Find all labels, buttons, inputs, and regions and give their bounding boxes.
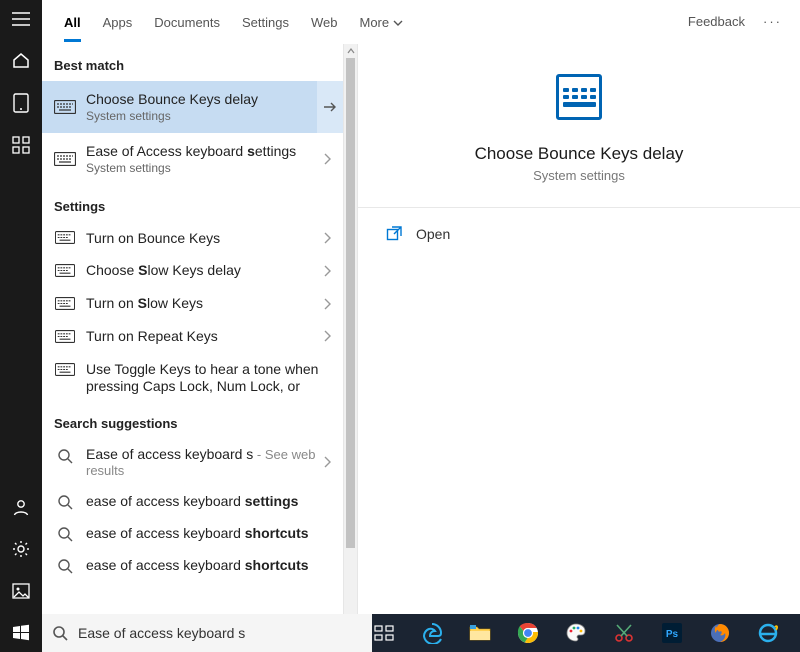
tab-all[interactable]: All: [64, 3, 81, 40]
search-icon: [54, 448, 76, 464]
tablet-icon[interactable]: [10, 92, 32, 114]
chevron-right-icon[interactable]: [319, 153, 335, 165]
picture-icon[interactable]: [10, 580, 32, 602]
keyboard-icon: [54, 231, 76, 244]
search-filter-tabs: All Apps Documents Settings Web More Fee…: [42, 0, 800, 44]
result-title: Choose Slow Keys delay: [86, 262, 319, 279]
search-icon: [52, 625, 70, 641]
tab-settings[interactable]: Settings: [242, 3, 289, 40]
open-action[interactable]: Open: [358, 208, 800, 260]
tab-more-label: More: [360, 15, 390, 30]
result-title: Turn on Repeat Keys: [86, 328, 319, 345]
suggestion-text: ease of access keyboard shortcuts: [86, 525, 335, 541]
chevron-right-icon[interactable]: [319, 265, 335, 277]
keyboard-icon: [54, 100, 76, 114]
results-scrollbar[interactable]: [343, 44, 357, 652]
result-choose-bounce-keys-delay[interactable]: Choose Bounce Keys delay System settings: [42, 81, 343, 133]
result-choose-slow-keys-delay[interactable]: Choose Slow Keys delay: [42, 254, 343, 287]
firefox-icon[interactable]: [704, 617, 736, 649]
open-label: Open: [416, 226, 450, 242]
chevron-right-icon[interactable]: [319, 330, 335, 342]
suggestion-shortcuts-2[interactable]: ease of access keyboard shortcuts: [42, 549, 343, 581]
paint-icon[interactable]: [560, 617, 592, 649]
suggestion-see-web-results[interactable]: Ease of access keyboard s - See web resu…: [42, 439, 343, 485]
scroll-thumb[interactable]: [346, 58, 355, 548]
result-turn-on-repeat-keys[interactable]: Turn on Repeat Keys: [42, 320, 343, 353]
search-query-text: Ease of access keyboard s: [78, 625, 245, 641]
windows-start-icon[interactable]: [10, 622, 32, 644]
keyboard-icon: [54, 363, 76, 376]
keyboard-icon: [54, 297, 76, 310]
result-title: Use Toggle Keys to hear a tone when pres…: [86, 361, 335, 395]
edge-icon[interactable]: [416, 617, 448, 649]
keyboard-icon: [54, 330, 76, 343]
group-header-best-match: Best match: [42, 44, 343, 81]
result-ease-of-access-keyboard-settings[interactable]: Ease of Access keyboard settings System …: [42, 133, 343, 185]
search-input-bar[interactable]: Ease of access keyboard s: [42, 614, 372, 652]
tab-documents[interactable]: Documents: [154, 3, 220, 40]
result-title: Turn on Slow Keys: [86, 295, 319, 312]
search-icon: [54, 494, 76, 510]
tab-web[interactable]: Web: [311, 3, 338, 40]
keyboard-icon: [556, 74, 602, 120]
ie-icon[interactable]: [752, 617, 784, 649]
scroll-up-arrow-icon[interactable]: [344, 44, 357, 58]
windows-taskbar: Ps: [358, 614, 800, 652]
result-title: Ease of Access keyboard settings: [86, 143, 319, 160]
suggestion-text: ease of access keyboard settings: [86, 493, 335, 509]
result-turn-on-slow-keys[interactable]: Turn on Slow Keys: [42, 287, 343, 320]
suggestion-text: ease of access keyboard shortcuts: [86, 557, 335, 573]
result-subtitle: System settings: [86, 161, 319, 175]
result-detail-panel: Choose Bounce Keys delay System settings…: [358, 44, 800, 652]
suggestion-settings[interactable]: ease of access keyboard settings: [42, 485, 343, 517]
expand-arrow-icon[interactable]: [317, 81, 343, 133]
keyboard-icon: [54, 264, 76, 277]
group-header-settings: Settings: [42, 185, 343, 222]
tab-more[interactable]: More: [360, 3, 404, 40]
menu-icon[interactable]: [10, 8, 32, 30]
suggestion-shortcuts[interactable]: ease of access keyboard shortcuts: [42, 517, 343, 549]
result-use-toggle-keys[interactable]: Use Toggle Keys to hear a tone when pres…: [42, 353, 343, 403]
detail-title: Choose Bounce Keys delay: [475, 144, 684, 164]
snipping-tool-icon[interactable]: [608, 617, 640, 649]
result-subtitle: System settings: [86, 109, 317, 123]
tab-apps[interactable]: Apps: [103, 3, 133, 40]
chrome-icon[interactable]: [512, 617, 544, 649]
gear-icon[interactable]: [10, 538, 32, 560]
vertical-taskbar: [0, 0, 42, 652]
search-icon: [54, 558, 76, 574]
task-view-icon[interactable]: [368, 617, 400, 649]
detail-subtitle: System settings: [533, 168, 625, 183]
chevron-right-icon[interactable]: [319, 456, 335, 468]
search-results-list: Best match Choose Bounce Keys delay Syst…: [42, 44, 343, 652]
result-title: Choose Bounce Keys delay: [86, 91, 317, 108]
result-title: Turn on Bounce Keys: [86, 230, 319, 247]
result-turn-on-bounce-keys[interactable]: Turn on Bounce Keys: [42, 222, 343, 255]
home-icon[interactable]: [10, 50, 32, 72]
search-icon: [54, 526, 76, 542]
suggestion-text: Ease of access keyboard s - See web resu…: [86, 446, 319, 478]
more-options-button[interactable]: ···: [763, 14, 782, 29]
open-icon: [386, 226, 402, 242]
group-header-suggestions: Search suggestions: [42, 402, 343, 439]
chevron-right-icon[interactable]: [319, 232, 335, 244]
svg-text:Ps: Ps: [666, 629, 679, 640]
feedback-link[interactable]: Feedback: [688, 14, 745, 29]
chevron-right-icon[interactable]: [319, 298, 335, 310]
account-icon[interactable]: [10, 496, 32, 518]
apps-icon[interactable]: [10, 134, 32, 156]
keyboard-icon: [54, 152, 76, 166]
photoshop-icon[interactable]: Ps: [656, 617, 688, 649]
file-explorer-icon[interactable]: [464, 617, 496, 649]
